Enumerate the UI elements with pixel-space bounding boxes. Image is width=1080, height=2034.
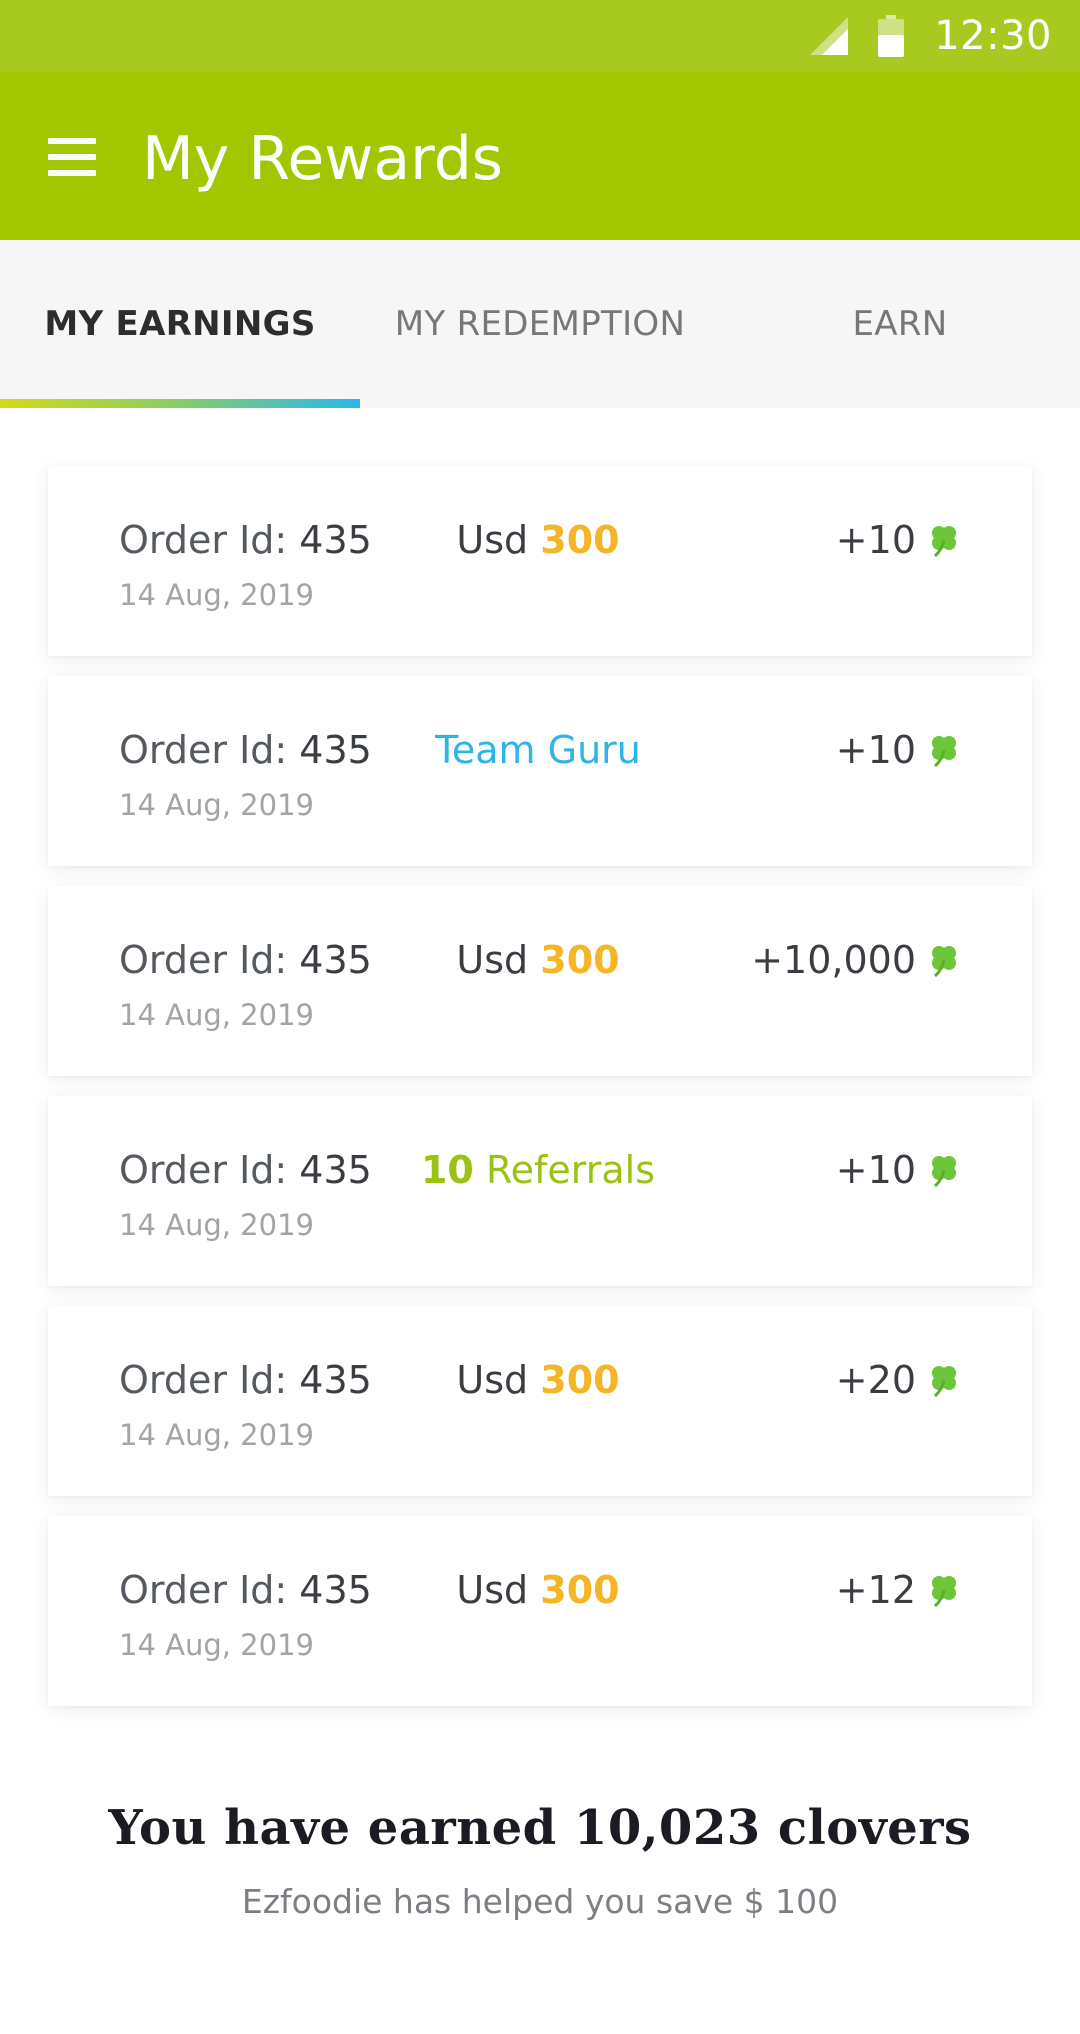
clover-icon [932, 1156, 956, 1188]
clover-icon [932, 946, 956, 978]
page-title: My Rewards [142, 124, 504, 194]
referral-count: 10 Referrals [420, 1148, 656, 1192]
order-date: 14 Aug, 2019 [119, 788, 314, 822]
order-amount: Usd 300 [456, 518, 620, 562]
summary-title: You have earned 10,023 clovers [108, 1800, 972, 1856]
earning-card[interactable]: Order Id: 435 14 Aug, 2019 Team Guru +10 [48, 676, 1032, 866]
order-amount: Usd 300 [456, 938, 620, 982]
points-earned: +10 [836, 518, 962, 562]
order-id: Order Id: 435 [119, 1148, 372, 1192]
summary-subtitle: Ezfoodie has helped you save $ 100 [241, 1882, 839, 1921]
tab-earn[interactable]: EARN [720, 240, 1080, 408]
order-date: 14 Aug, 2019 [119, 578, 314, 612]
order-date: 14 Aug, 2019 [119, 998, 314, 1032]
points-earned: +12 [836, 1568, 962, 1612]
status-icons: 12:30 [810, 10, 1052, 62]
tab-my-earnings[interactable]: MY EARNINGS [0, 240, 360, 408]
order-amount: Usd 300 [456, 1568, 620, 1612]
clover-icon [932, 1576, 956, 1608]
earnings-list: Order Id: 435 14 Aug, 2019 Usd 300 +10 O… [48, 466, 1032, 1726]
team-badge: Team Guru [435, 728, 641, 772]
points-earned: +10 [836, 728, 962, 772]
earning-card[interactable]: Order Id: 435 14 Aug, 2019 Usd 300 +10 [48, 466, 1032, 656]
points-earned: +10 [836, 1148, 962, 1192]
clover-icon [932, 526, 956, 558]
tab-my-redemption[interactable]: MY REDEMPTION [360, 240, 720, 408]
order-id: Order Id: 435 [119, 938, 372, 982]
earning-card[interactable]: Order Id: 435 14 Aug, 2019 Usd 300 +12 [48, 1516, 1032, 1706]
order-id: Order Id: 435 [119, 518, 372, 562]
app-bar: My Rewards [0, 72, 1080, 240]
order-id: Order Id: 435 [119, 1358, 372, 1402]
active-tab-indicator [0, 399, 360, 408]
order-date: 14 Aug, 2019 [119, 1418, 314, 1452]
signal-icon [810, 17, 849, 55]
order-amount: Usd 300 [456, 1358, 620, 1402]
earning-card[interactable]: Order Id: 435 14 Aug, 2019 Usd 300 +20 [48, 1306, 1032, 1496]
earning-card[interactable]: Order Id: 435 14 Aug, 2019 Usd 300 +10,0… [48, 886, 1032, 1076]
order-id: Order Id: 435 [119, 1568, 372, 1612]
earnings-summary: You have earned 10,023 clovers Ezfoodie … [0, 1800, 1080, 1921]
order-date: 14 Aug, 2019 [119, 1208, 314, 1242]
order-id: Order Id: 435 [119, 728, 372, 772]
order-date: 14 Aug, 2019 [119, 1628, 314, 1662]
menu-icon[interactable] [48, 138, 96, 176]
clover-icon [932, 1366, 956, 1398]
clover-icon [932, 736, 956, 768]
battery-icon [878, 15, 905, 57]
earning-card[interactable]: Order Id: 435 14 Aug, 2019 10 Referrals … [48, 1096, 1032, 1286]
points-earned: +10,000 [751, 938, 962, 982]
status-bar: 12:30 [0, 0, 1080, 72]
points-earned: +20 [836, 1358, 962, 1402]
tab-bar: MY EARNINGS MY REDEMPTION EARN [0, 240, 1080, 408]
clock: 12:30 [934, 13, 1052, 59]
